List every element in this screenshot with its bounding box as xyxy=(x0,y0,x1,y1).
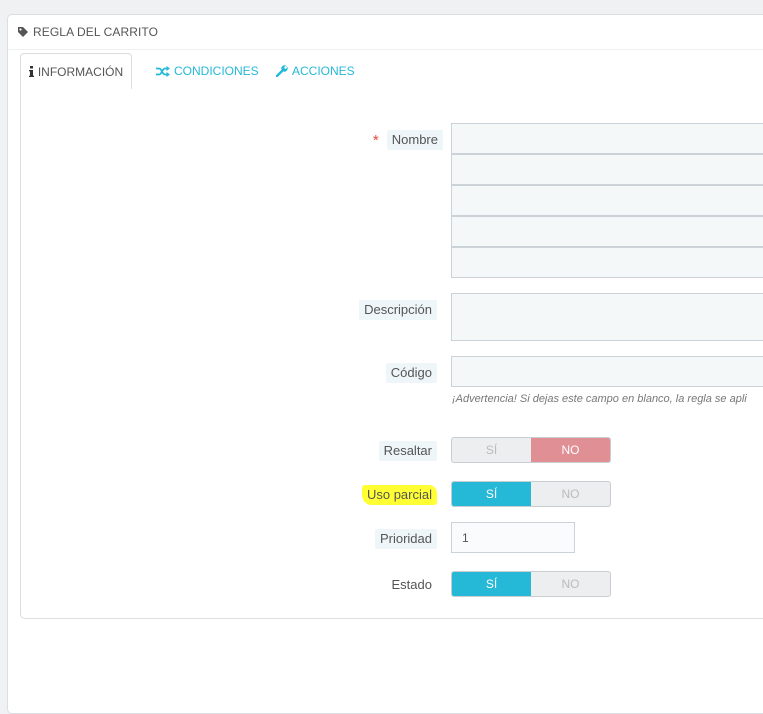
code-input[interactable] xyxy=(451,356,763,387)
priority-input[interactable] xyxy=(451,522,575,553)
status-no-option[interactable]: NO xyxy=(531,572,610,596)
name-input-1[interactable] xyxy=(451,123,763,154)
partial-use-no-option[interactable]: NO xyxy=(531,482,610,506)
highlight-no-option[interactable]: NO xyxy=(531,438,610,462)
name-label: Nombre xyxy=(386,130,443,150)
partial-use-label: Uso parcial xyxy=(361,485,437,505)
tab-condiciones[interactable]: CONDICIONES xyxy=(156,53,259,89)
tab-acciones[interactable]: ACCIONES xyxy=(276,53,355,89)
highlight-yes-option[interactable]: SÍ xyxy=(452,438,531,462)
description-textarea[interactable] xyxy=(451,293,763,341)
status-switch[interactable]: SÍ NO xyxy=(451,571,611,597)
priority-label: Prioridad xyxy=(374,529,437,549)
tab-bar: INFORMACIÓN CONDICIONES ACCIONES xyxy=(20,53,763,90)
required-mark: * xyxy=(372,132,379,149)
panel-title: REGLA DEL CARRITO xyxy=(33,25,159,39)
tab-informacion[interactable]: INFORMACIÓN xyxy=(20,53,132,90)
wrench-icon xyxy=(276,65,288,77)
highlight-label: Resaltar xyxy=(378,441,437,461)
name-input-3[interactable] xyxy=(451,185,763,216)
panel-heading: REGLA DEL CARRITO xyxy=(8,15,763,50)
partial-use-yes-option[interactable]: SÍ xyxy=(452,482,531,506)
description-label: Descripción xyxy=(359,300,437,320)
tag-icon xyxy=(18,27,28,37)
highlight-switch[interactable]: SÍ NO xyxy=(451,437,611,463)
name-input-5[interactable] xyxy=(451,247,763,278)
tab-informacion-label: INFORMACIÓN xyxy=(37,64,124,79)
name-input-2[interactable] xyxy=(451,154,763,185)
shuffle-icon xyxy=(156,65,170,77)
status-label: Estado xyxy=(391,577,432,592)
status-yes-option[interactable]: SÍ xyxy=(452,572,531,596)
partial-use-switch[interactable]: SÍ NO xyxy=(451,481,611,507)
info-icon xyxy=(28,66,34,77)
name-input-4[interactable] xyxy=(451,216,763,247)
tab-acciones-label: ACCIONES xyxy=(292,64,355,78)
name-label-row: * Nombre xyxy=(373,130,443,150)
code-label: Código xyxy=(385,363,437,383)
tab-condiciones-label: CONDICIONES xyxy=(174,64,259,78)
code-help-text: ¡Advertencia! Si dejas este campo en bla… xyxy=(452,393,747,405)
